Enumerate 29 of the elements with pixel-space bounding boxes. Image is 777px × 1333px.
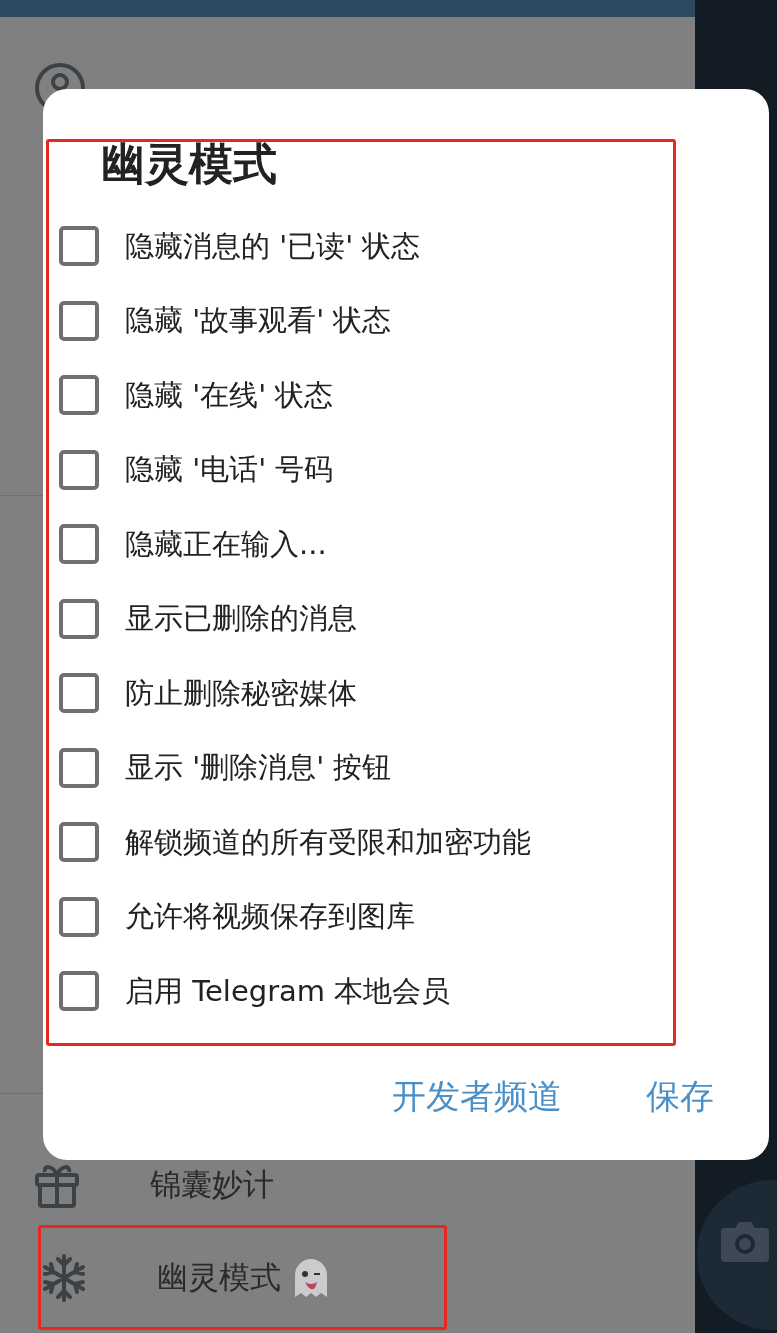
checkbox[interactable] xyxy=(59,524,99,565)
camera-icon xyxy=(719,1220,771,1264)
checkbox[interactable] xyxy=(59,300,99,341)
option-label: 隐藏 '故事观看' 状态 xyxy=(125,302,392,339)
option-label: 隐藏消息的 '已读' 状态 xyxy=(125,227,421,265)
menu-label: 幽灵模式 xyxy=(157,1258,281,1298)
checkbox[interactable] xyxy=(59,822,99,863)
option-label: 隐藏正在输入... xyxy=(125,525,327,563)
checkbox[interactable] xyxy=(59,226,99,267)
snowflake-icon xyxy=(41,1252,87,1303)
checkbox[interactable] xyxy=(59,971,99,1012)
option-label: 显示已删除的消息 xyxy=(125,600,357,637)
option-label: 显示 '删除消息' 按钮 xyxy=(125,749,392,786)
option-label: 启用 Telegram 本地会员 xyxy=(125,972,451,1010)
option-label: 隐藏 '在线' 状态 xyxy=(125,376,334,414)
dialog-button[interactable]: 开发者频道 xyxy=(392,1072,562,1120)
checkbox[interactable] xyxy=(59,375,99,416)
checkbox[interactable] xyxy=(59,747,99,788)
checkbox[interactable] xyxy=(59,896,99,937)
checkbox[interactable] xyxy=(59,673,99,714)
dialog-button[interactable]: 保存 xyxy=(646,1072,714,1120)
checkbox[interactable] xyxy=(59,449,99,490)
option-label: 防止删除秘密媒体 xyxy=(125,674,357,712)
option-label: 隐藏 '电话' 号码 xyxy=(125,451,334,488)
menu-label: 锦囊妙计 xyxy=(150,1165,274,1205)
option-label: 解锁频道的所有受限和加密功能 xyxy=(125,823,531,861)
dialog-title: 幽灵模式 xyxy=(101,137,277,191)
option-label: 允许将视频保存到图库 xyxy=(125,898,415,935)
checkbox[interactable] xyxy=(59,598,99,639)
